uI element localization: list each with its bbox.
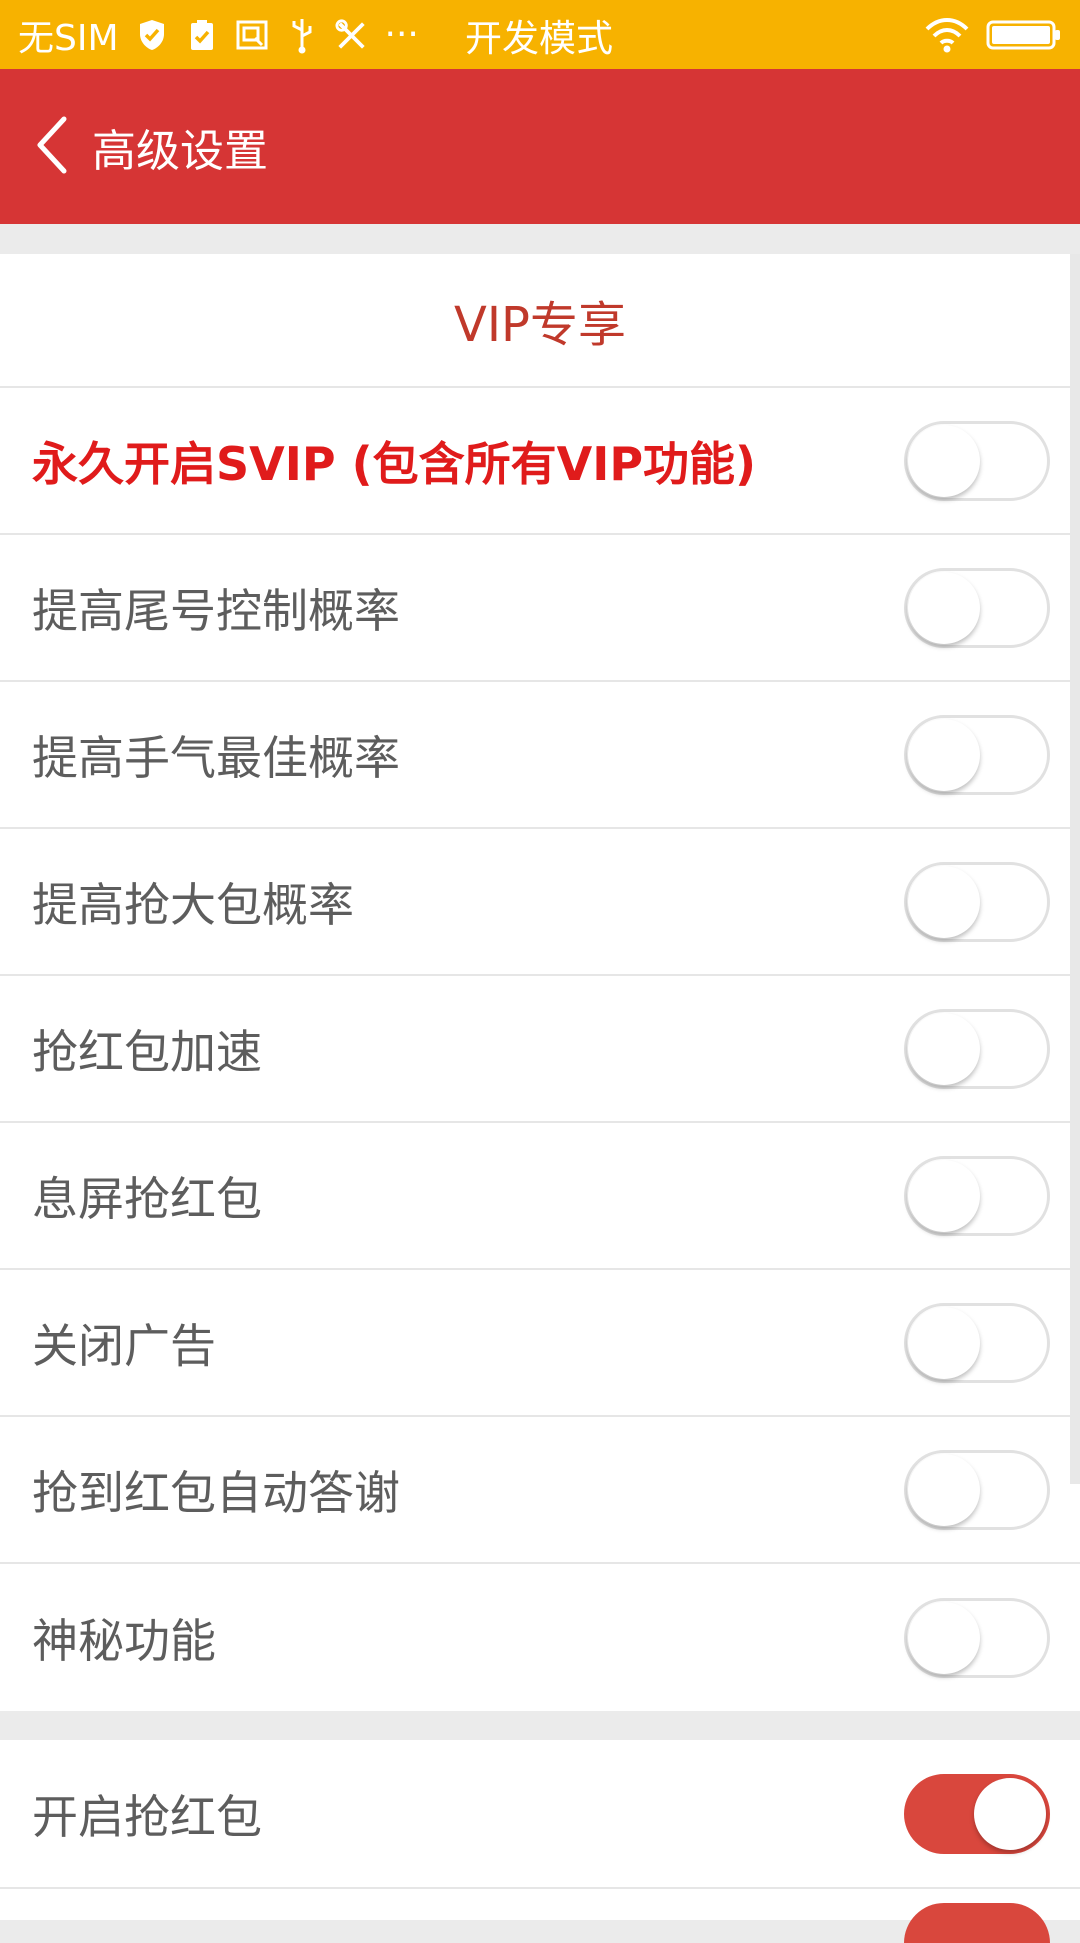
setting-label: 神秘功能 bbox=[32, 1613, 216, 1668]
app-header: 高级设置 bbox=[0, 69, 1080, 224]
speedup-toggle[interactable] bbox=[904, 1008, 1050, 1089]
clipboard-check-icon bbox=[185, 15, 219, 55]
screenshot-icon bbox=[235, 15, 269, 55]
setting-label: 提高抢大包概率 bbox=[32, 877, 354, 932]
toggle-knob bbox=[974, 1777, 1046, 1850]
toggle-knob bbox=[908, 865, 980, 938]
best-luck-toggle[interactable] bbox=[904, 714, 1050, 795]
setting-label: 抢红包加速 bbox=[32, 1024, 262, 1079]
status-bar: 无SIM ··· 开发模式 bbox=[0, 0, 1080, 69]
setting-label: 提高手气最佳概率 bbox=[32, 730, 400, 785]
close-ads-toggle[interactable] bbox=[904, 1302, 1050, 1383]
setting-row-mystery: 神秘功能 bbox=[0, 1564, 1080, 1711]
back-button[interactable] bbox=[12, 69, 92, 224]
scrollbar[interactable] bbox=[1070, 254, 1080, 1484]
toggle-knob bbox=[908, 1306, 980, 1379]
screen-off-toggle[interactable] bbox=[904, 1155, 1050, 1236]
setting-row-enable-grab: 开启抢红包 bbox=[0, 1740, 1080, 1887]
setting-label: 抢到红包自动答谢 bbox=[32, 1465, 400, 1520]
toggle-knob bbox=[908, 424, 980, 497]
tools-icon bbox=[335, 15, 369, 55]
toggle-knob bbox=[908, 1159, 980, 1232]
toggle-knob bbox=[908, 571, 980, 644]
setting-row-close-ads: 关闭广告 bbox=[0, 1270, 1080, 1417]
usb-icon bbox=[285, 15, 319, 55]
setting-row-speedup: 抢红包加速 bbox=[0, 976, 1080, 1123]
developer-mode-label: 开发模式 bbox=[465, 16, 613, 60]
carrier-label: 无SIM bbox=[18, 17, 119, 59]
main-section: 开启抢红包 bbox=[0, 1740, 1080, 1887]
setting-label: 息屏抢红包 bbox=[32, 1171, 262, 1226]
toggle-knob bbox=[908, 1012, 980, 1085]
shield-icon bbox=[135, 15, 169, 55]
setting-label: 永久开启SVIP (包含所有VIP功能) bbox=[32, 436, 757, 491]
battery-icon bbox=[986, 15, 1062, 55]
vip-section: VIP专享 永久开启SVIP (包含所有VIP功能) 提高尾号控制概率 提高手气… bbox=[0, 254, 1080, 1711]
more-indicator: ··· bbox=[384, 14, 419, 55]
setting-row-big-packet: 提高抢大包概率 bbox=[0, 829, 1080, 976]
setting-row-svip: 永久开启SVIP (包含所有VIP功能) bbox=[0, 388, 1080, 535]
big-packet-toggle[interactable] bbox=[904, 861, 1050, 942]
page-title: 高级设置 bbox=[92, 125, 268, 177]
enable-grab-toggle[interactable] bbox=[904, 1773, 1050, 1854]
toggle-knob bbox=[908, 1453, 980, 1526]
chevron-left-icon bbox=[34, 115, 70, 179]
setting-row-auto-thanks: 抢到红包自动答谢 bbox=[0, 1417, 1080, 1564]
mystery-toggle[interactable] bbox=[904, 1597, 1050, 1678]
status-right bbox=[924, 0, 1062, 69]
setting-label: 开启抢红包 bbox=[32, 1789, 262, 1844]
setting-label: 关闭广告 bbox=[32, 1318, 216, 1373]
next-toggle-peek[interactable] bbox=[904, 1903, 1050, 1943]
toggle-knob bbox=[908, 718, 980, 791]
toggle-knob bbox=[908, 1601, 980, 1674]
setting-row-tail-number: 提高尾号控制概率 bbox=[0, 535, 1080, 682]
tail-number-toggle[interactable] bbox=[904, 567, 1050, 648]
next-row-peek bbox=[0, 1887, 1080, 1943]
section-title: VIP专享 bbox=[0, 254, 1080, 388]
wifi-icon bbox=[924, 15, 970, 55]
auto-thanks-toggle[interactable] bbox=[904, 1449, 1050, 1530]
setting-label: 提高尾号控制概率 bbox=[32, 583, 400, 638]
svip-toggle[interactable] bbox=[904, 420, 1050, 501]
setting-row-screen-off: 息屏抢红包 bbox=[0, 1123, 1080, 1270]
setting-row-best-luck: 提高手气最佳概率 bbox=[0, 682, 1080, 829]
status-left: 无SIM ··· bbox=[18, 9, 419, 61]
